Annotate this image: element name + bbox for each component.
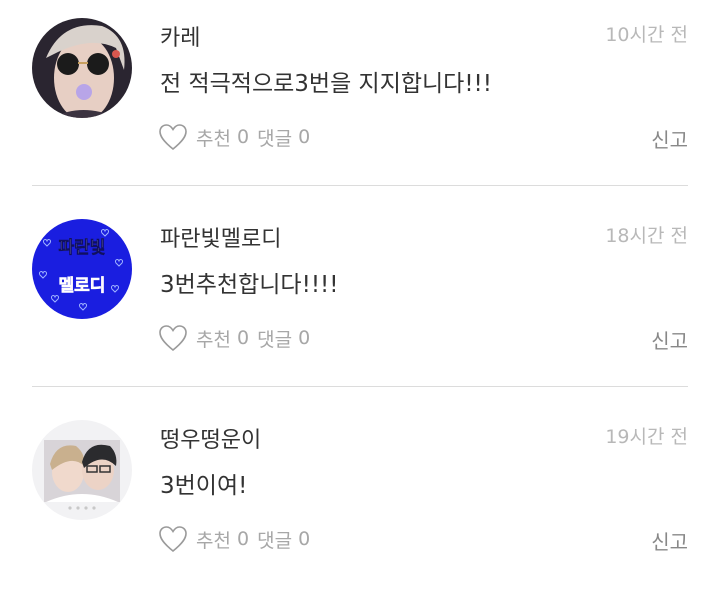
avatar[interactable] [32, 18, 132, 118]
like-count: 0 [237, 126, 250, 148]
avatar-text-2: 멜로디 [59, 276, 106, 296]
comment-actions: 추천 0 댓글 0 [158, 522, 310, 556]
avatar-image: 파란빛 멜로디 [32, 219, 132, 319]
like-label[interactable]: 추천 [196, 526, 231, 553]
divider [32, 386, 688, 387]
reply-label[interactable]: 댓글 [257, 325, 292, 352]
reply-count: 0 [298, 528, 311, 550]
heart-icon[interactable] [158, 525, 188, 553]
like-label[interactable]: 추천 [196, 325, 231, 352]
comment-text: 3번이여! [160, 473, 248, 499]
heart-icon[interactable] [158, 324, 188, 352]
timestamp: 19시간 전 [605, 426, 688, 448]
comment-item: 카레 10시간 전 전 적극적으로3번을 지지합니다!!! 추천 0 댓글 0 … [0, 0, 720, 200]
comment-text: 3번추천합니다!!!! [160, 272, 339, 298]
report-button[interactable]: 신고 [651, 124, 688, 153]
reply-label[interactable]: 댓글 [257, 124, 292, 151]
avatar-photo [32, 18, 132, 118]
reply-count: 0 [298, 126, 311, 148]
divider [32, 185, 688, 186]
avatar-text-1: 파란빛 [59, 238, 106, 258]
comment-item: 파란빛 멜로디 파란빛멜로디 18시간 전 3번추천합니다!!!! 추천 0 댓… [0, 201, 720, 401]
like-count: 0 [237, 528, 250, 550]
reply-label[interactable]: 댓글 [257, 526, 292, 553]
avatar[interactable]: 파란빛 멜로디 [32, 219, 132, 319]
report-button[interactable]: 신고 [651, 526, 688, 555]
username[interactable]: 떵우떵운이 [160, 422, 261, 454]
heart-icon[interactable] [158, 123, 188, 151]
comment-actions: 추천 0 댓글 0 [158, 321, 310, 355]
username[interactable]: 파란빛멜로디 [160, 221, 281, 253]
comment-item: 떵우떵운이 19시간 전 3번이여! 추천 0 댓글 0 신고 [0, 402, 720, 602]
report-button[interactable]: 신고 [651, 325, 688, 354]
avatar-photo [32, 420, 132, 520]
like-label[interactable]: 추천 [196, 124, 231, 151]
timestamp: 10시간 전 [605, 24, 688, 46]
reply-count: 0 [298, 327, 311, 349]
comment-text: 전 적극적으로3번을 지지합니다!!! [160, 71, 492, 97]
avatar[interactable] [32, 420, 132, 520]
username[interactable]: 카레 [160, 20, 200, 52]
like-count: 0 [237, 327, 250, 349]
comment-actions: 추천 0 댓글 0 [158, 120, 310, 154]
timestamp: 18시간 전 [605, 225, 688, 247]
